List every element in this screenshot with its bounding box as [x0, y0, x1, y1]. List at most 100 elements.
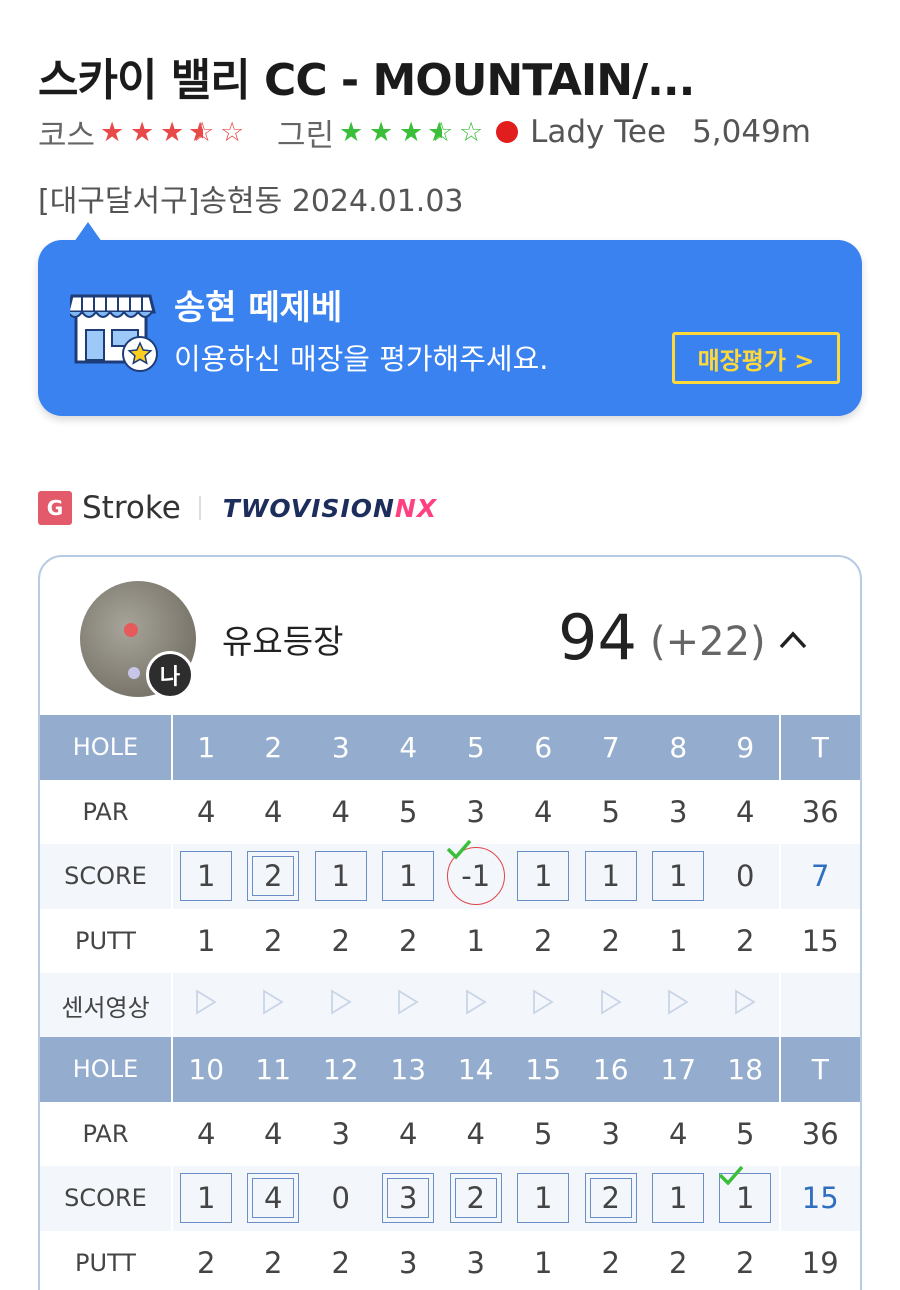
- score-row: SCORE 1 2 1 1 -1 1 1 1 0 7: [40, 840, 860, 909]
- par-value: 4: [669, 1116, 688, 1151]
- sensor-video-button[interactable]: [374, 973, 442, 1038]
- score-cell[interactable]: 2: [442, 1166, 510, 1231]
- sensor-video-button[interactable]: [712, 973, 780, 1038]
- par-row-label: PAR: [40, 779, 173, 844]
- score-cell[interactable]: 0: [307, 1166, 375, 1231]
- hole-number: 17: [644, 1037, 712, 1102]
- score-cell[interactable]: 2: [239, 844, 307, 909]
- front-nine-table: HOLE 1 2 3 4 5 6 7 8 9 T PAR 4 4 4 5 3 4 5 3 4 36 SCORE 1 2 1 1 -1 1…: [40, 715, 860, 1038]
- star-icon: ★: [368, 116, 394, 148]
- putt-value: 1: [466, 923, 485, 958]
- score-cell[interactable]: 1: [374, 844, 442, 909]
- score-cell[interactable]: 1: [172, 1166, 240, 1231]
- play-icon[interactable]: [531, 989, 555, 1015]
- green-rating-stars: ★ ★ ★ ★ ☆: [336, 119, 486, 146]
- store-rating-banner[interactable]: 송현 떼제베 이용하신 매장을 평가해주세요. 매장평가 >: [38, 222, 862, 416]
- store-name: 송현 떼제베: [174, 288, 343, 328]
- hole-number: 3: [307, 715, 375, 780]
- score-cell[interactable]: 1: [509, 1166, 577, 1231]
- par-value: 4: [264, 1116, 283, 1151]
- par-total: 36: [778, 779, 860, 844]
- sensor-video-button[interactable]: [307, 973, 375, 1038]
- star-empty-icon: ☆: [219, 116, 245, 148]
- score-cell[interactable]: 1: [172, 844, 240, 909]
- rate-store-button[interactable]: 매장평가 >: [672, 332, 840, 384]
- score-cell[interactable]: 2: [577, 1166, 645, 1231]
- play-icon[interactable]: [194, 989, 218, 1015]
- sensor-video-button[interactable]: [239, 973, 307, 1038]
- star-icon: ★: [398, 116, 424, 148]
- putt-value: 2: [601, 923, 620, 958]
- hole-number: 1: [172, 715, 240, 780]
- golf-ball-image: [124, 623, 138, 637]
- putt-value: 2: [331, 1245, 350, 1280]
- course-rating-stars: ★ ★ ★ ★ ☆: [97, 119, 247, 146]
- score-cell[interactable]: 3: [374, 1166, 442, 1231]
- score-cell[interactable]: 1: [577, 844, 645, 909]
- back-nine-table: HOLE 10 11 12 13 14 15 16 17 18 T PAR 4 4 3 4 4 5 3 4 5 36 SCO…: [40, 1037, 860, 1290]
- score-cell[interactable]: 0: [712, 844, 780, 909]
- par-row-label: PAR: [40, 1101, 173, 1166]
- star-half-icon: ★: [426, 119, 456, 146]
- putt-value: 1: [669, 923, 688, 958]
- sensor-video-row: 센서영상: [40, 973, 860, 1038]
- play-icon[interactable]: [733, 989, 757, 1015]
- score-value: 1: [197, 1181, 216, 1216]
- hole-number: 12: [307, 1037, 375, 1102]
- collapse-chevron-icon[interactable]: [778, 625, 808, 655]
- play-icon[interactable]: [464, 989, 488, 1015]
- sensor-video-button[interactable]: [509, 973, 577, 1038]
- putt-row-label: PUTT: [40, 908, 173, 973]
- sensor-video-button[interactable]: [577, 973, 645, 1038]
- total-over-par: (+22): [650, 619, 766, 665]
- score-cell[interactable]: 1: [644, 1166, 712, 1231]
- tee-color-dot-icon: [496, 121, 519, 143]
- par-value: 4: [534, 794, 553, 829]
- play-icon[interactable]: [666, 989, 690, 1015]
- sensor-video-button[interactable]: [442, 973, 510, 1038]
- hole-number: 18: [712, 1037, 780, 1102]
- putt-total: 19: [778, 1230, 860, 1290]
- hole-number: 15: [509, 1037, 577, 1102]
- score-row: SCORE 1 4 0 3 2 1 2 1 1 15: [40, 1166, 860, 1231]
- score-value: 2: [264, 859, 283, 894]
- par-total: 36: [778, 1101, 860, 1166]
- par-value: 4: [736, 794, 755, 829]
- score-cell[interactable]: 1: [307, 844, 375, 909]
- score-cell[interactable]: 1: [712, 1166, 780, 1231]
- score-marker: 3: [382, 1173, 435, 1224]
- score-value: 1: [399, 859, 418, 894]
- score-cell[interactable]: 4: [239, 1166, 307, 1231]
- par-value: 5: [736, 1116, 755, 1151]
- star-half-icon: ★: [187, 119, 217, 146]
- game-mode-label: Stroke: [82, 490, 181, 526]
- sensor-video-button[interactable]: [644, 973, 712, 1038]
- play-icon[interactable]: [599, 989, 623, 1015]
- putt-value: 1: [534, 1245, 553, 1280]
- hole-number: 4: [374, 715, 442, 780]
- hole-number: 8: [644, 715, 712, 780]
- hole-number: 13: [374, 1037, 442, 1102]
- score-cell[interactable]: 1: [644, 844, 712, 909]
- putt-value: 1: [197, 923, 216, 958]
- score-cell[interactable]: -1: [442, 840, 510, 909]
- score-value: 2: [466, 1181, 485, 1216]
- score-cell[interactable]: 1: [509, 844, 577, 909]
- total-column-header: T: [778, 715, 860, 780]
- putt-value: 2: [736, 1245, 755, 1280]
- putt-value: 2: [534, 923, 553, 958]
- putt-value: 2: [601, 1245, 620, 1280]
- check-icon: [719, 1166, 744, 1186]
- play-icon[interactable]: [261, 989, 285, 1015]
- score-row-label: SCORE: [40, 1166, 173, 1231]
- play-icon[interactable]: [329, 989, 353, 1015]
- hole-number: 11: [239, 1037, 307, 1102]
- par-row: PAR 4 4 4 5 3 4 5 3 4 36: [40, 779, 860, 844]
- star-empty-icon: ☆: [458, 116, 484, 148]
- sensor-video-button[interactable]: [172, 973, 240, 1038]
- game-mode-row: G Stroke TWOVISIONNX: [38, 488, 437, 528]
- hole-number: 2: [239, 715, 307, 780]
- star-icon: ★: [159, 116, 185, 148]
- play-icon[interactable]: [396, 989, 420, 1015]
- score-marker: 1: [180, 1173, 233, 1224]
